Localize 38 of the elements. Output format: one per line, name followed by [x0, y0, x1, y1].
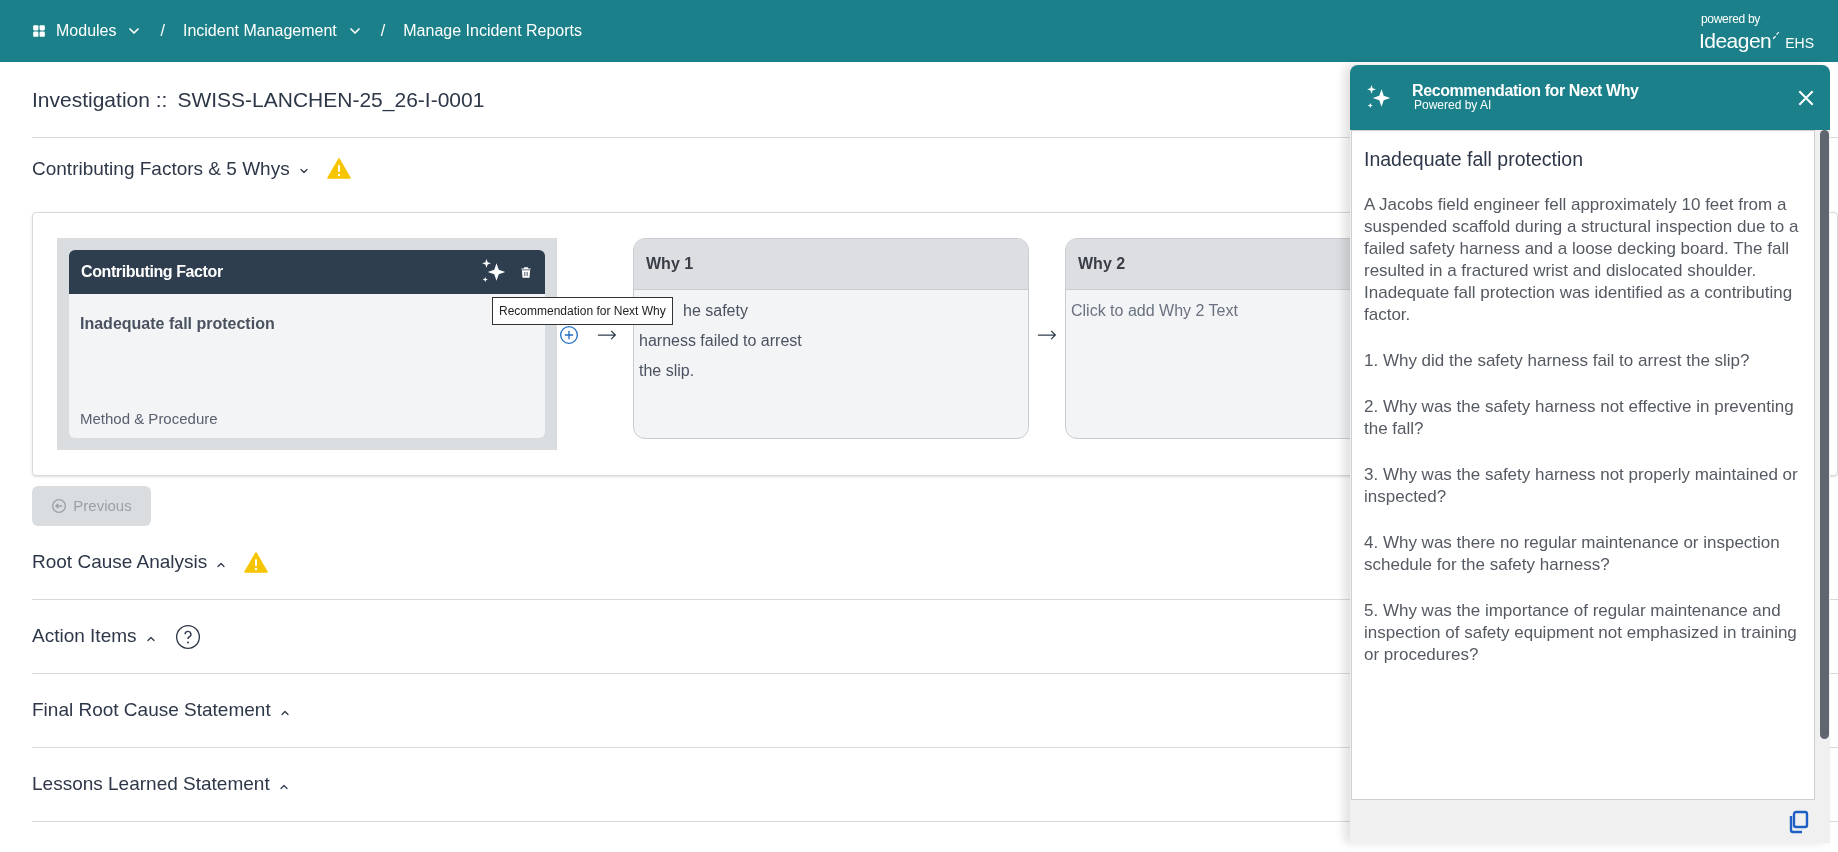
brand-mark-icon — [1771, 29, 1782, 41]
breadcrumb-separator: / — [160, 21, 165, 41]
grid-icon[interactable] — [32, 24, 46, 38]
trash-icon[interactable] — [519, 264, 533, 280]
section-title[interactable]: Lessons Learned Statement — [32, 770, 270, 799]
why-text-line: he safety — [683, 301, 748, 321]
card-title: Contributing Factor — [81, 262, 223, 282]
recommendation-heading: Inadequate fall protection — [1364, 147, 1584, 172]
section-title[interactable]: Root Cause Analysis — [32, 548, 208, 577]
section-title[interactable]: Action Items — [32, 622, 137, 651]
factor-text: Inadequate fall protection — [80, 314, 276, 334]
recommendation-text: 5. Why was the importance of regular maintenance and inspection of safety equipment not emphasized in training or procedures? — [1364, 600, 1798, 667]
scrollbar[interactable] — [1820, 130, 1829, 739]
tooltip: Recommendation for Next Why — [492, 297, 673, 325]
record-id: SWISS-LANCHEN-25_26-I-0001 — [177, 86, 485, 114]
recommendation-text: 4. Why was there no regular maintenance or inspection schedule for the safety harness? — [1364, 532, 1781, 577]
card-title: Why 1 — [646, 254, 694, 274]
breadcrumb-link[interactable]: Modules — [56, 19, 117, 43]
page-title-label: Investigation :: — [32, 86, 168, 113]
section-title[interactable]: Final Root Cause Statement — [32, 696, 271, 725]
arrow-left-circle-icon — [51, 498, 68, 514]
why-placeholder: Click to add Why 2 Text — [1071, 301, 1238, 321]
brand-suffix: EHS — [1785, 36, 1814, 50]
factor-category: Method & Procedure — [80, 408, 219, 429]
recommendation-text: 3. Why was the safety harness not properly maintained or inspected? — [1364, 464, 1799, 509]
breadcrumb-link[interactable]: Incident Management — [182, 19, 337, 43]
card-title: Why 2 — [1078, 254, 1126, 274]
help-icon[interactable] — [174, 623, 201, 650]
breadcrumb-separator: / — [380, 21, 386, 41]
add-icon[interactable] — [559, 325, 579, 345]
section-title[interactable]: Contributing Factors & 5 Whys — [32, 154, 290, 184]
breadcrumb-link[interactable]: Manage Incident Reports — [403, 19, 583, 43]
brand-tagline: powered by — [1700, 13, 1760, 25]
why-text-line: the slip. — [639, 361, 695, 381]
panel-title: Recommendation for Next Why — [1412, 82, 1639, 98]
panel-subtitle: Powered by AI — [1414, 97, 1493, 113]
why-text-line: harness failed to arrest — [639, 331, 802, 351]
brand-name: Ideagen — [1698, 30, 1772, 51]
